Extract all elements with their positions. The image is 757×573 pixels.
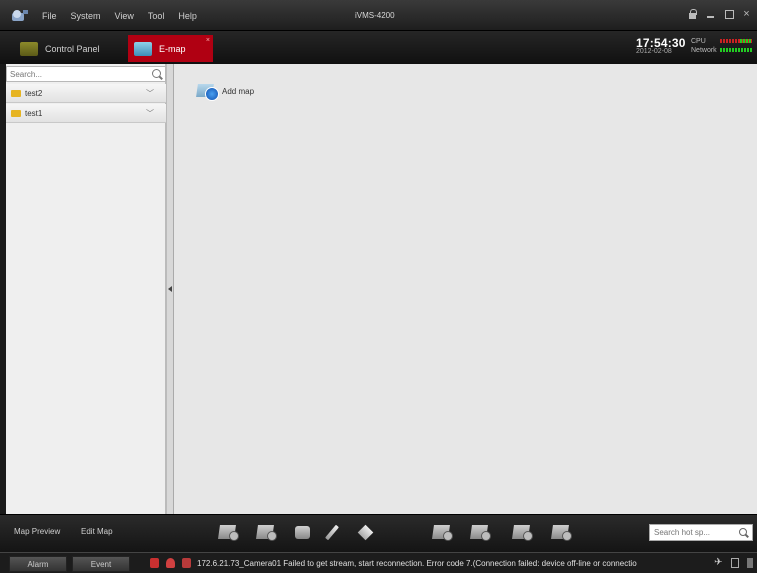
chevron-down-icon[interactable]: ﹀ [146, 108, 154, 119]
edit-map-button[interactable]: Edit Map [81, 527, 113, 536]
map-search-box [6, 66, 166, 82]
delete-map-icon[interactable] [256, 523, 277, 541]
tab-close-icon[interactable]: × [206, 37, 210, 44]
pin-icon[interactable]: ✈ [714, 558, 723, 568]
modify-hotspot-icon[interactable] [512, 523, 533, 541]
add-map-label: Add map [222, 86, 255, 96]
tab-label: E-map [159, 43, 186, 54]
search-icon[interactable] [152, 69, 161, 78]
lock-icon[interactable] [688, 9, 697, 19]
menu-system[interactable]: System [71, 11, 101, 21]
alarm-tab[interactable]: Alarm [9, 556, 67, 572]
system-stats: CPU Network [691, 37, 717, 55]
map-tree-panel: test2 ﹀ test1 ﹀ [6, 64, 166, 514]
tab-control-panel[interactable]: Control Panel [12, 35, 112, 62]
maximize-icon[interactable] [724, 9, 734, 19]
network-label: Network [691, 47, 717, 54]
add-map-button[interactable]: Add map [196, 81, 254, 101]
cpu-meter [720, 39, 752, 43]
add-map-icon [196, 81, 219, 101]
tree-item-test1[interactable]: test1 ﹀ [6, 104, 166, 123]
menu-view[interactable]: View [115, 11, 134, 21]
title-bar: File System View Tool Help iVMS-4200 × [0, 0, 757, 31]
event-tab[interactable]: Event [72, 556, 130, 572]
status-bar: Alarm Event 172.6.21.73_Camera01 Failed … [0, 552, 757, 573]
collapse-arrow-icon[interactable] [168, 286, 172, 292]
menu-file[interactable]: File [42, 11, 57, 21]
cpu-label: CPU [691, 38, 706, 45]
eraser-icon[interactable] [356, 523, 376, 541]
menu-bar: File System View Tool Help [42, 11, 197, 21]
hotspot-search-input[interactable] [650, 525, 734, 540]
tab-emap[interactable]: E-map × [128, 35, 213, 62]
map-search-input[interactable] [7, 67, 142, 81]
close-icon[interactable]: × [742, 9, 751, 20]
panel-splitter[interactable] [166, 64, 174, 514]
folder-icon [11, 109, 21, 117]
add-hotspot-icon[interactable] [432, 523, 453, 541]
add-hotregion-icon[interactable] [470, 523, 491, 541]
search-icon[interactable] [739, 528, 747, 536]
add-camera-icon[interactable] [293, 523, 313, 541]
tree-item-label: test1 [25, 108, 43, 118]
menu-help[interactable]: Help [178, 11, 197, 21]
minimize-icon[interactable] [706, 9, 715, 19]
status-message: 172.6.21.73_Camera01 Failed to get strea… [197, 559, 637, 568]
delete-hotspot-icon[interactable] [551, 523, 572, 541]
alarm-bell-icon[interactable] [166, 558, 175, 568]
chevron-down-icon[interactable]: ﹀ [146, 88, 154, 99]
clear-icon[interactable] [731, 558, 739, 568]
edit-map-icon[interactable] [218, 523, 239, 541]
hotspot-search-box [649, 524, 753, 541]
alarm-warning-icon [182, 558, 191, 568]
window-controls: × [688, 9, 751, 20]
alarm-sound-icon[interactable] [150, 558, 159, 568]
clock: 17:54:30 2012-02-08 [636, 36, 686, 55]
map-preview-button[interactable]: Map Preview [14, 527, 60, 536]
pen-icon[interactable] [322, 523, 342, 541]
window-title: iVMS-4200 [355, 11, 395, 20]
tree-item-test2[interactable]: test2 ﹀ [6, 84, 166, 103]
expand-icon[interactable] [747, 558, 753, 568]
app-logo-icon [10, 8, 30, 24]
folder-icon [11, 89, 21, 97]
network-meter [720, 48, 752, 52]
tab-label: Control Panel [45, 43, 100, 54]
tree-item-label: test2 [25, 88, 43, 98]
menu-tool[interactable]: Tool [148, 11, 165, 21]
map-toolbar: Map Preview Edit Map [0, 514, 757, 552]
control-panel-icon [20, 41, 38, 56]
map-canvas[interactable]: Add map [174, 64, 757, 514]
emap-icon [134, 41, 152, 56]
